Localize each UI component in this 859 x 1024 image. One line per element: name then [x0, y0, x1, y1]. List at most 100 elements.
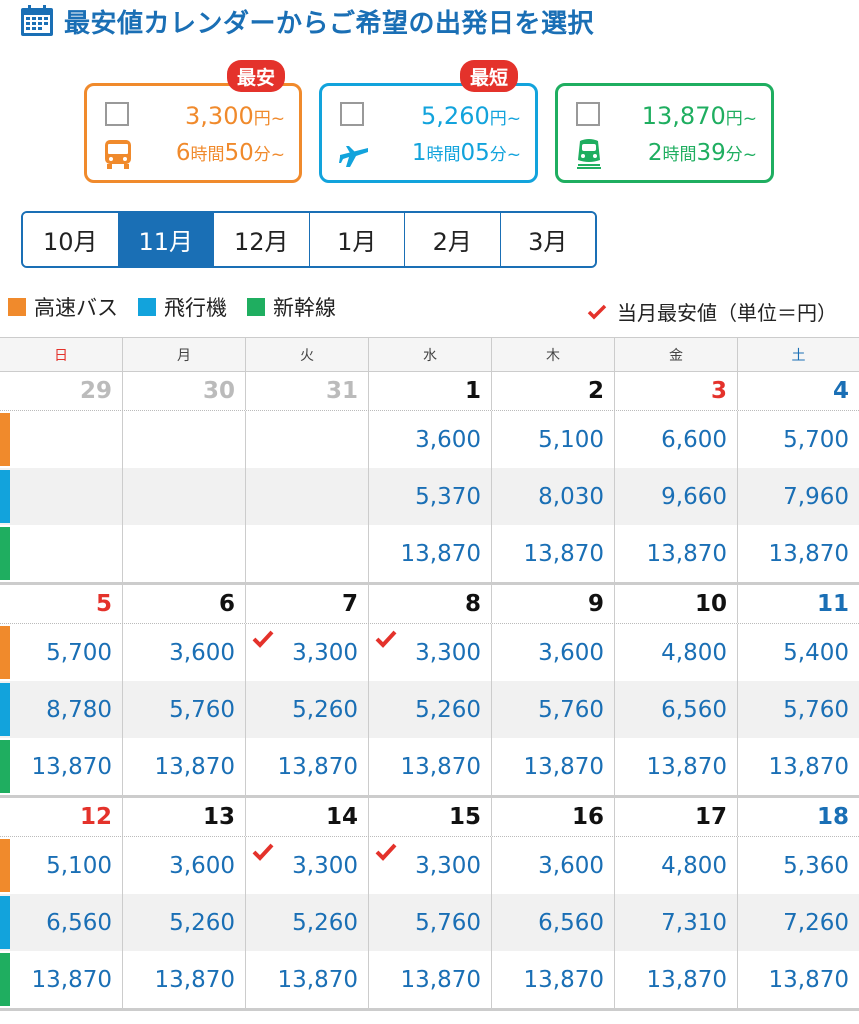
- bus-price-cell[interactable]: 5,700: [738, 411, 859, 468]
- plane-price-cell[interactable]: 9,660: [615, 468, 738, 525]
- train-summary-card[interactable]: 13,870円~ 2時間39分~: [555, 83, 774, 183]
- legend-bus: 高速バス: [8, 292, 118, 322]
- train-price-cell[interactable]: 13,870: [492, 951, 615, 1008]
- train-price-cell[interactable]: 13,870: [738, 951, 859, 1008]
- month-tabs: 10月 11月 12月 1月 2月 3月: [21, 211, 597, 268]
- train-price-cell[interactable]: 13,870: [123, 951, 246, 1008]
- plane-price-value: 5,760: [169, 696, 235, 723]
- bus-price-cell[interactable]: 5,100: [492, 411, 615, 468]
- train-price-cell[interactable]: 13,870: [369, 525, 492, 582]
- bus-price-value: 3,300: [292, 852, 358, 879]
- bus-checkbox[interactable]: [105, 102, 129, 126]
- date-cell: 7: [246, 585, 369, 623]
- bus-price-cell[interactable]: 6,600: [615, 411, 738, 468]
- plane-price-cell[interactable]: 8,030: [492, 468, 615, 525]
- bus-price-cell[interactable]: 5,360: [738, 837, 859, 894]
- plane-price-cell[interactable]: 5,260: [246, 681, 369, 738]
- train-price-value: 13,870: [523, 753, 604, 780]
- train-price-cell[interactable]: 13,870: [492, 738, 615, 795]
- bus-price-cell[interactable]: 5,400: [738, 624, 859, 681]
- train-min-price: 13,870円~: [641, 102, 757, 130]
- train-price-cell[interactable]: 13,870: [246, 951, 369, 1008]
- plane-price-cell[interactable]: 5,760: [738, 681, 859, 738]
- train-price-cell[interactable]: 13,870: [246, 738, 369, 795]
- bus-price-value: 5,700: [783, 426, 849, 453]
- plane-price-cell[interactable]: 6,560: [0, 894, 123, 951]
- plane-price-value: 6,560: [538, 909, 604, 936]
- plane-summary-card[interactable]: 5,260円~ 1時間05分~: [319, 83, 538, 183]
- train-price-cell: [246, 525, 369, 582]
- plane-price-value: 5,260: [292, 909, 358, 936]
- bus-price-cell[interactable]: 5,100: [0, 837, 123, 894]
- legend-train: 新幹線: [247, 292, 336, 322]
- bus-price-cell[interactable]: 3,300: [246, 837, 369, 894]
- bus-icon: [105, 140, 131, 169]
- plane-price-cell[interactable]: 8,780: [0, 681, 123, 738]
- bus-price-cell[interactable]: 3,600: [492, 837, 615, 894]
- train-price-value: 13,870: [400, 540, 481, 567]
- plane-price-cell[interactable]: 5,260: [246, 894, 369, 951]
- bus-price-value: 5,400: [783, 639, 849, 666]
- transport-legend: 高速バス 飛行機 新幹線: [8, 293, 356, 321]
- plane-price-cell[interactable]: 5,760: [123, 681, 246, 738]
- plane-price-cell[interactable]: 5,370: [369, 468, 492, 525]
- train-price-cell[interactable]: 13,870: [0, 951, 123, 1008]
- train-price-cell[interactable]: 13,870: [738, 738, 859, 795]
- bus-price-cell[interactable]: 4,800: [615, 624, 738, 681]
- plane-price-cell[interactable]: 7,310: [615, 894, 738, 951]
- plane-price-cell[interactable]: 5,260: [123, 894, 246, 951]
- bus-price-cell[interactable]: 3,300: [369, 624, 492, 681]
- tab-month-5[interactable]: 3月: [500, 213, 595, 266]
- airplane-icon: [339, 146, 368, 167]
- plane-price-cell[interactable]: 7,960: [738, 468, 859, 525]
- train-duration: 2時間39分~: [647, 140, 757, 166]
- cheapest-check-icon: [252, 843, 274, 861]
- plane-price-cell[interactable]: 6,560: [492, 894, 615, 951]
- tab-month-1[interactable]: 11月: [118, 213, 214, 266]
- train-price-value: 13,870: [400, 753, 481, 780]
- bus-price-value: 5,360: [783, 852, 849, 879]
- train-icon: [577, 139, 601, 169]
- bus-min-price: 3,300円~: [185, 102, 285, 130]
- plane-price-value: 6,560: [661, 696, 727, 723]
- train-price-cell[interactable]: 13,870: [0, 738, 123, 795]
- tab-month-4[interactable]: 2月: [405, 213, 501, 266]
- bus-price-cell[interactable]: 3,300: [246, 624, 369, 681]
- legend-plane: 飛行機: [138, 292, 227, 322]
- bus-price-cell[interactable]: 3,300: [369, 837, 492, 894]
- plane-checkbox[interactable]: [340, 102, 364, 126]
- train-price-cell[interactable]: 13,870: [615, 525, 738, 582]
- plane-price-row: 8,780 5,760 5,260 5,260 5,760 6,560 5,760: [0, 681, 859, 738]
- bus-price-row: 3,600 5,100 6,600 5,700: [0, 411, 859, 468]
- bus-price-cell[interactable]: 3,600: [492, 624, 615, 681]
- train-checkbox[interactable]: [576, 102, 600, 126]
- train-price-cell[interactable]: 13,870: [615, 738, 738, 795]
- plane-price-cell[interactable]: 6,560: [615, 681, 738, 738]
- bus-summary-card[interactable]: 3,300円~ 6時間50分~: [84, 83, 302, 183]
- date-cell: 4: [832, 378, 849, 404]
- date-cell: 8: [369, 585, 492, 623]
- plane-price-cell[interactable]: 5,760: [369, 894, 492, 951]
- train-price-cell[interactable]: 13,870: [615, 951, 738, 1008]
- bus-price-cell[interactable]: 4,800: [615, 837, 738, 894]
- plane-price-value: 9,660: [661, 483, 727, 510]
- train-price-cell[interactable]: 13,870: [492, 525, 615, 582]
- plane-price-cell[interactable]: 5,260: [369, 681, 492, 738]
- train-price-cell[interactable]: 13,870: [123, 738, 246, 795]
- bus-price-cell[interactable]: 3,600: [369, 411, 492, 468]
- date-cell: 16: [492, 798, 615, 836]
- train-price-cell[interactable]: 13,870: [369, 951, 492, 1008]
- train-price-cell[interactable]: 13,870: [369, 738, 492, 795]
- plane-price-cell[interactable]: 7,260: [738, 894, 859, 951]
- tab-month-3[interactable]: 1月: [309, 213, 405, 266]
- plane-price-cell: [0, 468, 123, 525]
- bus-price-cell[interactable]: 3,600: [123, 624, 246, 681]
- date-cell: 17: [615, 798, 738, 836]
- bus-price-value: 4,800: [661, 639, 727, 666]
- plane-price-cell[interactable]: 5,760: [492, 681, 615, 738]
- tab-month-2[interactable]: 12月: [214, 213, 310, 266]
- bus-price-cell[interactable]: 3,600: [123, 837, 246, 894]
- bus-price-cell[interactable]: 5,700: [0, 624, 123, 681]
- train-price-cell[interactable]: 13,870: [738, 525, 859, 582]
- tab-month-0[interactable]: 10月: [23, 213, 119, 266]
